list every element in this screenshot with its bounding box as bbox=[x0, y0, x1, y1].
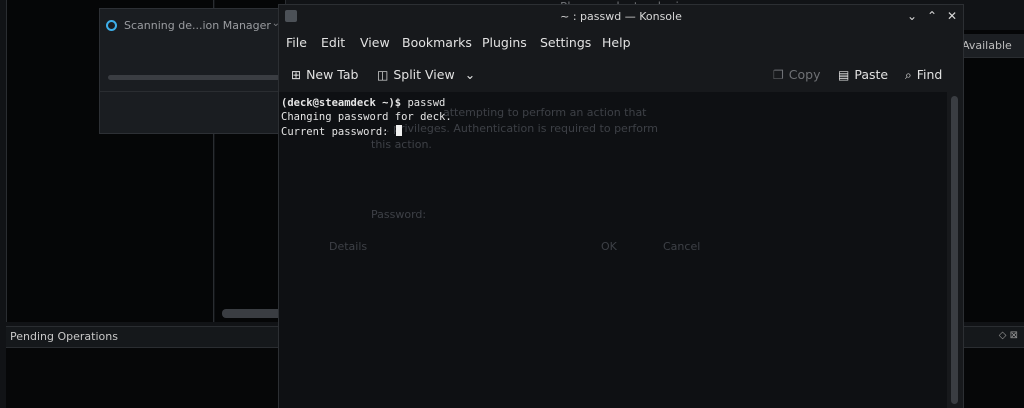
ghost-details-button: Details bbox=[329, 240, 368, 253]
menu-file[interactable]: File bbox=[286, 35, 307, 50]
toolbar: ⊞ New Tab ◫ Split View ⌄ ❐ Copy ▤ Paste ⌕ Find bbox=[279, 63, 963, 89]
partition-manager-icon bbox=[106, 20, 117, 31]
ghost-ok-button: OK bbox=[601, 240, 617, 253]
partition-table-area bbox=[958, 30, 1024, 322]
new-tab-button[interactable]: ⊞ New Tab bbox=[291, 67, 358, 82]
copy-label: Copy bbox=[788, 67, 821, 82]
divider bbox=[100, 91, 286, 92]
vertical-scrollbar[interactable] bbox=[947, 92, 963, 408]
maximize-icon[interactable]: ⌃ bbox=[927, 9, 937, 23]
available-column-header: Available bbox=[958, 34, 1024, 58]
minimize-icon[interactable]: ⌄ bbox=[907, 9, 917, 23]
paste-label: Paste bbox=[854, 67, 889, 82]
paste-button[interactable]: ▤ Paste bbox=[838, 67, 888, 82]
typed-command: passwd bbox=[407, 97, 446, 109]
find-button[interactable]: ⌕ Find bbox=[905, 67, 942, 83]
find-label: Find bbox=[916, 67, 943, 82]
window-title: ~ : passwd — Konsole bbox=[560, 10, 682, 23]
text-cursor bbox=[395, 125, 402, 136]
horizontal-scrollbar[interactable] bbox=[222, 309, 282, 318]
current-password-prompt: Current password: bbox=[281, 126, 395, 138]
dock-controls-icon[interactable]: ◇ ⊠ bbox=[999, 330, 1018, 341]
copy-button[interactable]: ❐ Copy bbox=[773, 67, 820, 82]
paste-icon: ▤ bbox=[838, 68, 850, 82]
ghost-password-label: Password: bbox=[371, 208, 427, 221]
ghost-auth-text-2: ... privileges. Authentication is requir… bbox=[379, 122, 658, 135]
scan-progress-bar bbox=[108, 75, 280, 80]
terminal-line-1: (deck@steamdeck ~)$ passwd bbox=[281, 97, 445, 109]
konsole-window: ~ : passwd — Konsole ⌄ ⌃ ✕ File Edit Vie… bbox=[278, 4, 964, 408]
ghost-auth-text-3: this action. bbox=[371, 138, 432, 151]
terminal-view[interactable]: ... attempting to perform an action that… bbox=[279, 92, 947, 408]
terminal-line-2: Changing password for deck. bbox=[281, 111, 452, 123]
new-tab-icon: ⊞ bbox=[291, 68, 302, 82]
chevron-down-icon: ⌄ bbox=[464, 67, 476, 82]
new-tab-label: New Tab bbox=[306, 67, 359, 82]
terminal-line-3: Current password: bbox=[281, 125, 402, 138]
ghost-cancel-button: Cancel bbox=[663, 240, 701, 253]
scrollbar-thumb[interactable] bbox=[951, 96, 958, 404]
menu-edit[interactable]: Edit bbox=[321, 35, 345, 50]
split-view-button[interactable]: ◫ Split View ⌄ bbox=[377, 67, 475, 82]
ghost-auth-text-1: ... attempting to perform an action that bbox=[429, 106, 647, 119]
scanning-dialog-title: Scanning de...ion Manager bbox=[124, 19, 271, 32]
split-view-icon: ◫ bbox=[377, 68, 389, 82]
shell-prompt: (deck@steamdeck ~)$ bbox=[281, 97, 408, 109]
menu-view[interactable]: View bbox=[360, 35, 390, 50]
copy-icon: ❐ bbox=[773, 68, 784, 82]
scanning-dialog: Scanning de...ion Manager ⌄ bbox=[99, 8, 287, 134]
title-bar[interactable]: ~ : passwd — Konsole ⌄ ⌃ ✕ bbox=[279, 5, 963, 29]
menu-bookmarks[interactable]: Bookmarks bbox=[402, 35, 472, 50]
pending-operations-label: Pending Operations bbox=[10, 330, 118, 343]
search-icon: ⌕ bbox=[905, 68, 912, 82]
split-view-label: Split View bbox=[393, 67, 455, 82]
menu-plugins[interactable]: Plugins bbox=[482, 35, 527, 50]
close-icon[interactable]: ✕ bbox=[947, 9, 957, 23]
menu-settings[interactable]: Settings bbox=[540, 35, 591, 50]
menu-help[interactable]: Help bbox=[602, 35, 631, 50]
